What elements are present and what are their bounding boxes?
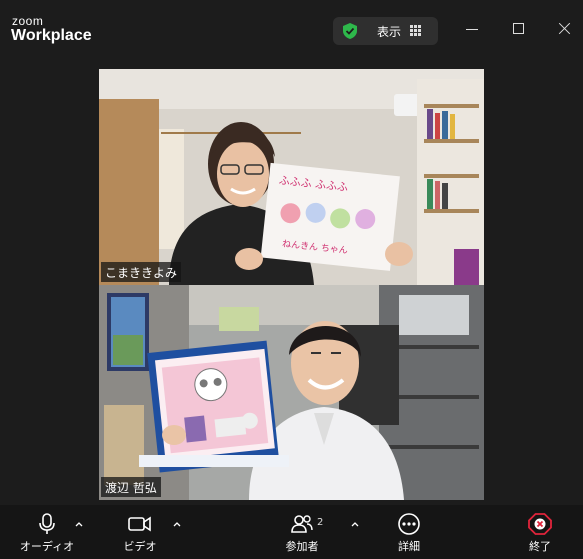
video-options-chevron-up-icon[interactable] <box>173 521 181 527</box>
brand-small-text: zoom <box>12 14 44 28</box>
minimize-icon[interactable] <box>466 22 480 36</box>
video-label: ビデオ <box>123 540 157 553</box>
participants-options-chevron-up-icon[interactable] <box>351 521 359 527</box>
video-tile-1[interactable]: ふふふ ふふふ ねんきん ちゃん こまききよみ <box>99 69 484 285</box>
audio-options-chevron-up-icon[interactable] <box>75 521 83 527</box>
end-meeting-icon <box>528 513 552 535</box>
shield-check-icon <box>343 23 357 39</box>
participant-name-2: 渡辺 哲弘 <box>101 477 161 497</box>
video-tile-2[interactable]: 渡辺 哲弘 <box>99 285 484 500</box>
participants-label: 参加者 <box>285 540 319 553</box>
maximize-icon[interactable] <box>513 22 527 36</box>
end-meeting-button[interactable]: 終了 <box>522 513 558 559</box>
details-button[interactable]: 詳細 <box>390 513 428 559</box>
close-icon[interactable] <box>558 22 572 36</box>
meeting-toolbar: オーディオ ビデオ 参加者 2 詳細 終了 <box>0 505 583 559</box>
audio-button[interactable]: オーディオ <box>18 513 76 559</box>
end-label: 終了 <box>529 540 551 553</box>
participants-icon <box>291 515 313 533</box>
video-camera-icon <box>128 516 151 532</box>
grid-icon <box>410 25 421 36</box>
details-label: 詳細 <box>398 540 420 553</box>
microphone-icon <box>39 513 55 534</box>
view-button[interactable]: 表示 <box>333 17 438 45</box>
title-bar: zoom Workplace 表示 <box>0 0 583 58</box>
participants-count: 2 <box>317 517 324 528</box>
brand-main-text: Workplace <box>11 27 92 44</box>
view-label: 表示 <box>377 25 402 39</box>
audio-label: オーディオ <box>19 540 75 553</box>
video-feed-1: ふふふ ふふふ ねんきん ちゃん <box>99 69 484 285</box>
more-icon <box>398 513 420 535</box>
video-button[interactable]: ビデオ <box>115 513 165 559</box>
participant-name-1: こまききよみ <box>101 262 182 282</box>
video-feed-2 <box>99 285 484 500</box>
